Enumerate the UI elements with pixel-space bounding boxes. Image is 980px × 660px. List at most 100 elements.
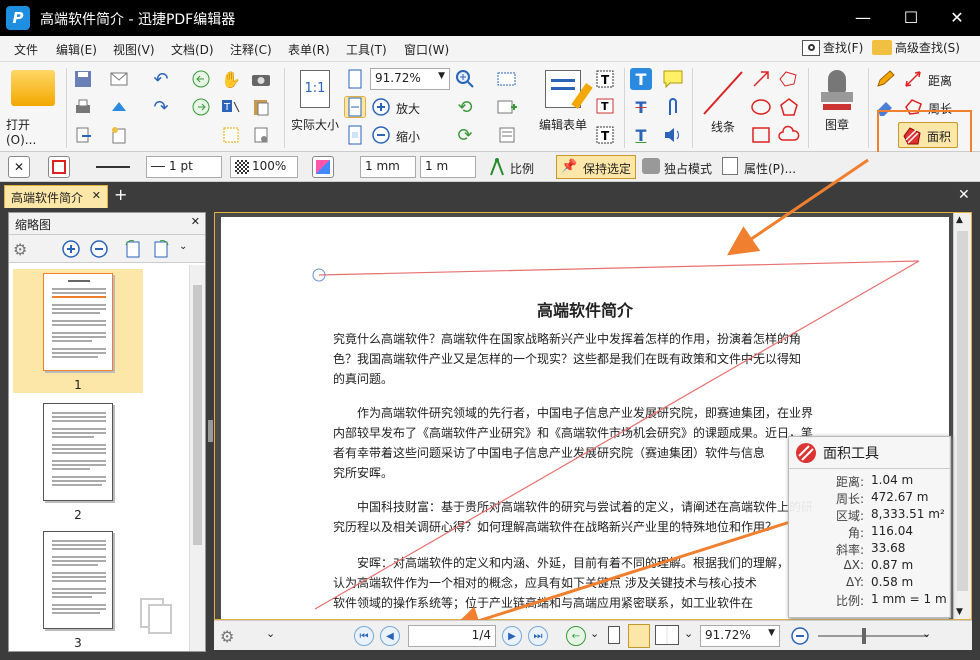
- compass-icon[interactable]: [486, 156, 508, 178]
- opacity-dropdown[interactable]: 100%: [230, 156, 298, 178]
- gear-icon[interactable]: ⚙: [13, 240, 27, 259]
- status-zoom-dropdown[interactable]: 91.72% ▼: [700, 625, 780, 647]
- single-page-icon[interactable]: [608, 626, 620, 644]
- rotate-thumbnail-right-icon[interactable]: [151, 239, 171, 259]
- note-icon[interactable]: [662, 68, 684, 90]
- add-field-icon[interactable]: [496, 96, 518, 118]
- snapshot-select-icon[interactable]: [220, 124, 242, 146]
- polygon-line-icon[interactable]: [778, 68, 800, 90]
- thumbnail-more-icon[interactable]: ⌄: [179, 241, 187, 252]
- tab-close-icon[interactable]: ✕: [92, 189, 101, 202]
- panel-close-icon[interactable]: ✕: [191, 215, 200, 228]
- rectangle-icon[interactable]: [750, 124, 772, 146]
- next-page-button[interactable]: ▶: [502, 626, 522, 646]
- scan-icon[interactable]: [108, 96, 130, 118]
- maximize-button[interactable]: ☐: [896, 6, 926, 30]
- save-icon[interactable]: [72, 68, 94, 90]
- underline-icon[interactable]: T: [630, 124, 652, 146]
- menu-document[interactable]: 文档(D): [171, 41, 214, 58]
- properties-label[interactable]: 属性(P)...: [744, 160, 796, 177]
- scale-unit2-dropdown[interactable]: 1 m: [420, 156, 476, 178]
- last-page-button[interactable]: ⏭: [528, 626, 548, 646]
- zoom-tool-icon[interactable]: [454, 68, 476, 90]
- polygon-icon[interactable]: [778, 96, 800, 118]
- zoom-out-thumbnail-icon[interactable]: [89, 239, 109, 259]
- fill-none-icon[interactable]: ✕: [8, 156, 30, 178]
- advanced-find-button[interactable]: 高级查找(S): [872, 39, 960, 56]
- line-button[interactable]: 线条: [698, 68, 748, 135]
- facing-page-icon[interactable]: [655, 625, 679, 645]
- history-more-icon[interactable]: ⌄: [590, 627, 599, 640]
- line-style-icon[interactable]: [96, 166, 130, 168]
- page-tools-icon[interactable]: [250, 124, 272, 146]
- form-list-icon[interactable]: [496, 124, 518, 146]
- menu-file[interactable]: 文件: [14, 41, 38, 58]
- export-icon[interactable]: [72, 124, 94, 146]
- scale-label[interactable]: 比例: [510, 160, 534, 177]
- stamp-button[interactable]: 图章: [812, 68, 862, 133]
- text-field-icon[interactable]: [496, 68, 518, 90]
- document-scrollbar[interactable]: ▲ ▼: [953, 213, 971, 619]
- thumbnail-page-1[interactable]: [43, 273, 113, 371]
- select-text-icon[interactable]: T: [220, 96, 242, 118]
- rotate-right-icon[interactable]: ⟳: [454, 124, 476, 146]
- fit-visible-icon[interactable]: [344, 124, 366, 146]
- menu-tools[interactable]: 工具(T): [346, 41, 387, 58]
- email-icon[interactable]: [108, 68, 130, 90]
- add-tab-icon[interactable]: +: [114, 185, 127, 204]
- zoom-dropdown[interactable]: 91.72% ▼: [370, 68, 450, 90]
- gear-icon[interactable]: ⚙: [220, 627, 234, 646]
- collapse-icon[interactable]: ⌄: [266, 627, 275, 640]
- thumbnail-scrollbar[interactable]: [189, 265, 205, 651]
- tab-document[interactable]: 高端软件简介 ✕: [4, 185, 108, 208]
- undo-icon[interactable]: ↶: [150, 68, 172, 90]
- scroll-up-icon[interactable]: ▲: [956, 215, 963, 225]
- hand-tool-icon[interactable]: ✋: [220, 68, 242, 90]
- cloud-icon[interactable]: [778, 124, 800, 146]
- find-button[interactable]: 查找(F): [802, 39, 863, 56]
- redo-icon[interactable]: ↷: [150, 96, 172, 118]
- camera-icon[interactable]: [250, 68, 272, 90]
- paste-icon[interactable]: [250, 96, 272, 118]
- close-window-button[interactable]: ✕: [942, 6, 972, 30]
- menu-window[interactable]: 窗口(W): [404, 41, 449, 58]
- zoom-out-label[interactable]: 缩小: [396, 128, 420, 145]
- fit-page-icon[interactable]: [344, 68, 366, 90]
- actual-size-button[interactable]: 1:1 实际大小: [290, 70, 340, 133]
- panel-splitter-handle[interactable]: [208, 420, 213, 442]
- zoom-in-label[interactable]: 放大: [396, 100, 420, 117]
- scroll-down-icon[interactable]: ▼: [956, 607, 963, 617]
- menu-edit[interactable]: 编辑(E): [56, 41, 97, 58]
- rotate-left-icon[interactable]: ⟲: [454, 96, 476, 118]
- exclusive-mode-label[interactable]: 独占模式: [664, 160, 712, 177]
- minimize-button[interactable]: —: [848, 6, 878, 30]
- edit-form-button[interactable]: 编辑表单: [536, 70, 593, 133]
- rotate-thumbnail-left-icon[interactable]: [123, 239, 143, 259]
- typewriter-icon[interactable]: T: [594, 124, 616, 146]
- open-button[interactable]: 打开(O)...: [6, 70, 60, 147]
- zoom-out-icon[interactable]: [370, 124, 392, 146]
- close-all-tabs-icon[interactable]: ✕: [958, 187, 970, 203]
- layout-more-icon[interactable]: ⌄: [684, 627, 693, 640]
- thumbnail-page-2[interactable]: [43, 403, 113, 501]
- stroke-color-button[interactable]: [48, 156, 70, 178]
- expand-icon[interactable]: ⌄: [922, 627, 931, 640]
- distance-label[interactable]: 距离: [928, 72, 952, 89]
- highlight-text-icon[interactable]: T: [630, 68, 652, 90]
- back-icon[interactable]: [190, 68, 212, 90]
- status-zoom-out-icon[interactable]: [790, 626, 810, 646]
- previous-page-button[interactable]: ◀: [380, 626, 400, 646]
- scale-unit1-dropdown[interactable]: 1 mm: [360, 156, 416, 178]
- keep-selected-button[interactable]: 📌 保持选定: [556, 155, 636, 179]
- arrow-icon[interactable]: [750, 68, 772, 90]
- continuous-page-icon[interactable]: [628, 624, 650, 648]
- forward-icon[interactable]: [190, 96, 212, 118]
- pencil-icon[interactable]: [874, 68, 896, 90]
- distance-icon[interactable]: [902, 68, 924, 90]
- blend-mode-icon[interactable]: [312, 156, 334, 178]
- go-back-button[interactable]: ←: [566, 626, 586, 646]
- first-page-button[interactable]: ⏮: [354, 626, 374, 646]
- print-icon[interactable]: [72, 96, 94, 118]
- zoom-in-icon[interactable]: [370, 96, 392, 118]
- menu-form[interactable]: 表单(R): [288, 41, 330, 58]
